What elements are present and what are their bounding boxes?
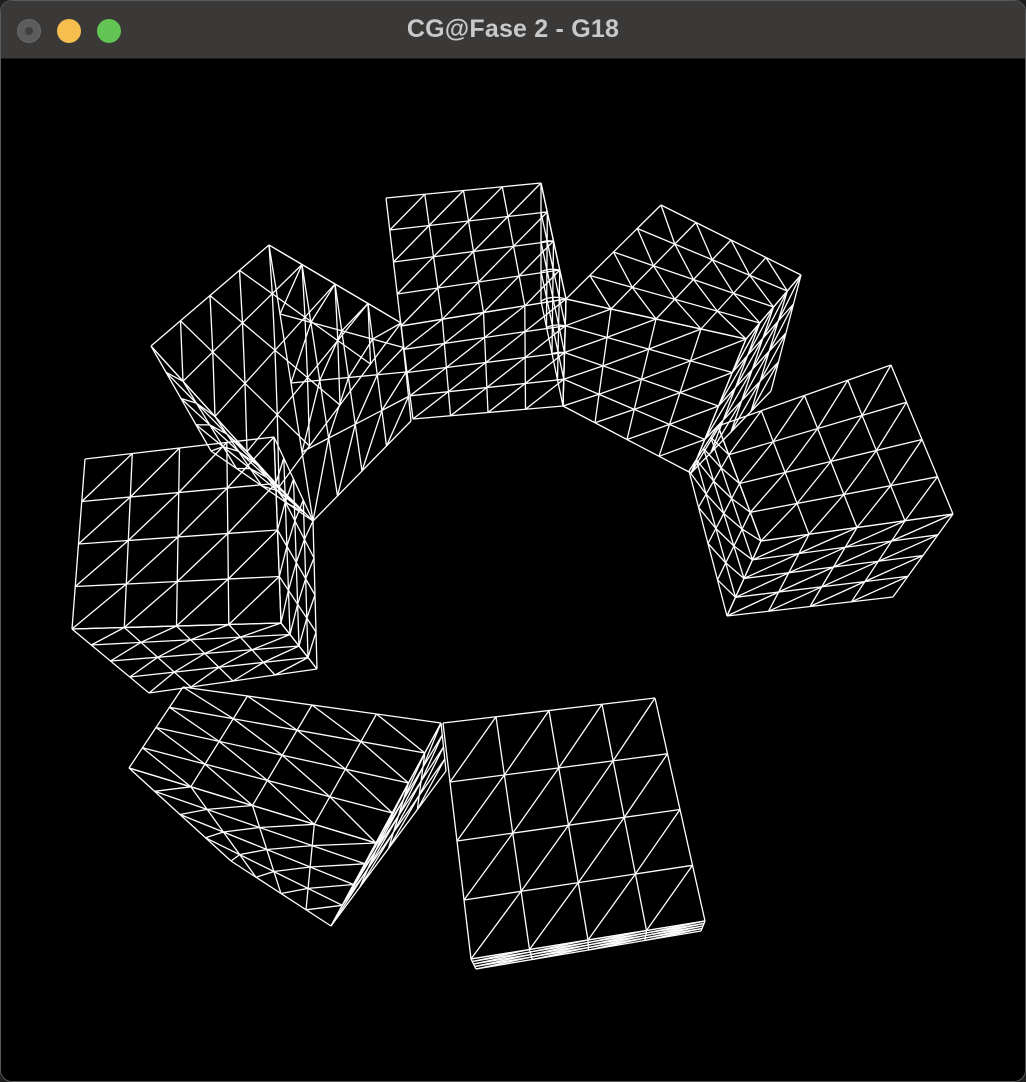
title-bar[interactable]: CG@Fase 2 - G18 xyxy=(1,1,1025,59)
cube-right xyxy=(688,364,954,617)
cube-left xyxy=(71,436,318,694)
cube-top-right xyxy=(562,204,802,474)
window-title: CG@Fase 2 - G18 xyxy=(406,15,620,43)
app-window: CG@Fase 2 - G18 xyxy=(0,0,1026,1082)
cube-bottom xyxy=(442,697,706,970)
cube-top xyxy=(385,182,567,420)
cube-bottom-left xyxy=(128,686,447,927)
render-viewport[interactable] xyxy=(1,59,1025,1081)
cube-top-left xyxy=(150,244,412,522)
wireframe-scene xyxy=(71,182,954,970)
